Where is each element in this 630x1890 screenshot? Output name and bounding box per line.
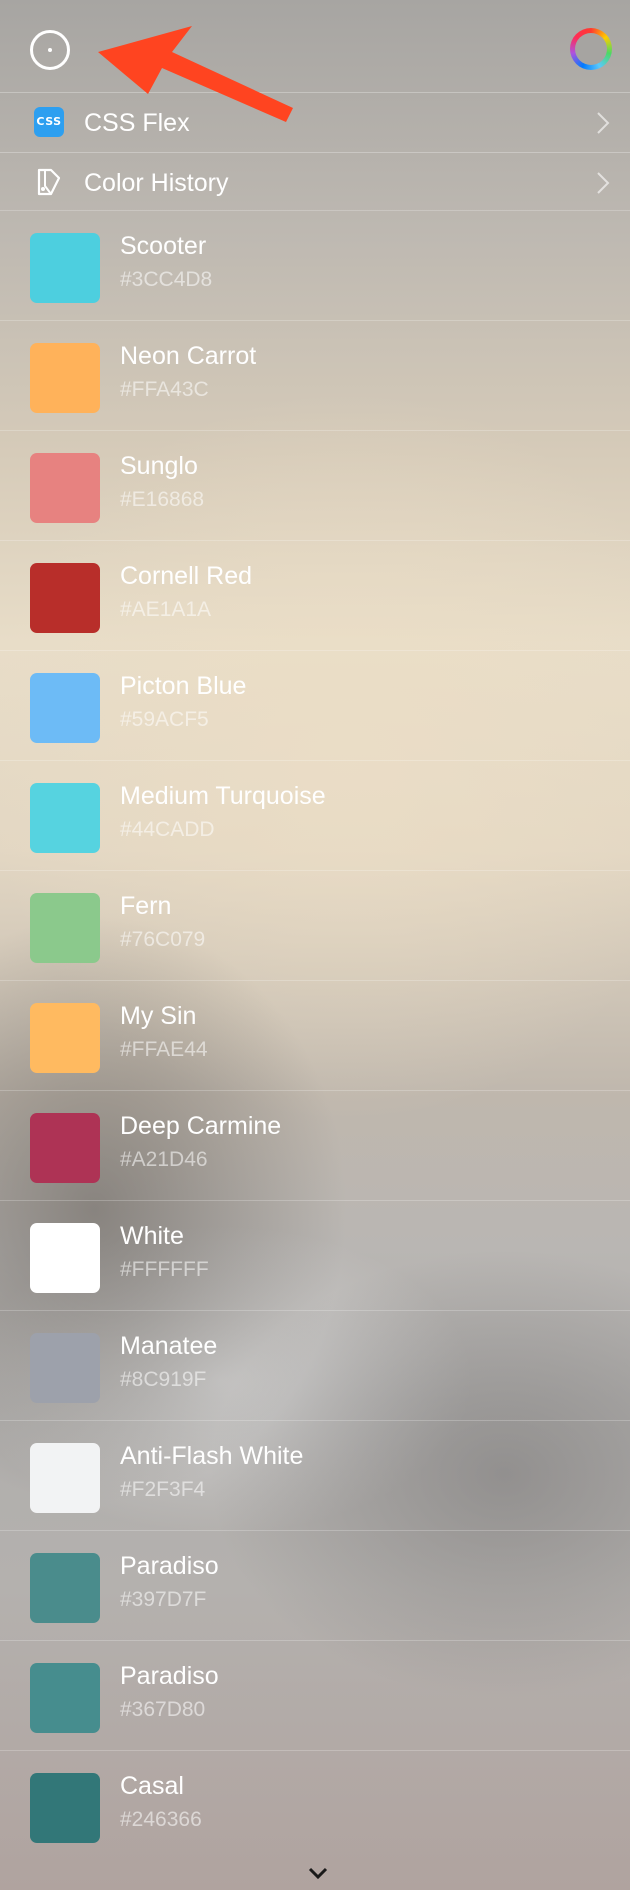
color-swatch <box>30 1663 100 1733</box>
color-name: Anti-Flash White <box>120 1442 304 1470</box>
color-hex: #FFA43C <box>120 378 209 401</box>
color-swatch <box>30 563 100 633</box>
color-hex: #E16868 <box>120 488 205 511</box>
color-swatch <box>30 1113 100 1183</box>
color-name: Scooter <box>120 232 207 260</box>
color-hex: #3CC4D8 <box>120 268 213 291</box>
color-list-item[interactable]: Paradiso #367D80 <box>0 1640 630 1750</box>
color-list-item[interactable]: Sunglo #E16868 <box>0 430 630 540</box>
color-swatch <box>30 453 100 523</box>
color-hex: #246366 <box>120 1808 202 1831</box>
color-swatch <box>30 1003 100 1073</box>
color-list-item[interactable]: Fern #76C079 <box>0 870 630 980</box>
color-hex: #76C079 <box>120 928 206 951</box>
color-name: White <box>120 1222 184 1250</box>
color-name: Manatee <box>120 1332 218 1360</box>
color-swatch <box>30 783 100 853</box>
color-hex: #8C919F <box>120 1368 207 1391</box>
color-swatch <box>30 1333 100 1403</box>
chevron-right-icon <box>597 172 610 194</box>
color-hex: #44CADD <box>120 818 215 841</box>
color-hex: #FFAE44 <box>120 1038 208 1061</box>
color-hex: #59ACF5 <box>120 708 209 731</box>
color-hex: #F2F3F4 <box>120 1478 206 1501</box>
color-list-item[interactable]: White #FFFFFF <box>0 1200 630 1310</box>
color-name: Paradiso <box>120 1552 219 1580</box>
nav-item-css-flex[interactable]: CSS CSS Flex <box>0 92 630 153</box>
color-name: My Sin <box>120 1002 197 1030</box>
tag-icon <box>37 168 61 196</box>
color-swatch <box>30 1773 100 1843</box>
color-list-item[interactable]: Paradiso #397D7F <box>0 1530 630 1640</box>
color-swatch <box>30 1443 100 1513</box>
color-swatch <box>30 893 100 963</box>
color-swatch <box>30 1553 100 1623</box>
chevron-down-icon[interactable] <box>307 1866 329 1880</box>
color-swatch <box>30 673 100 743</box>
circle-dot-icon[interactable] <box>30 30 70 70</box>
color-list-item[interactable]: Picton Blue #59ACF5 <box>0 650 630 760</box>
color-list-item[interactable]: Scooter #3CC4D8 <box>0 210 630 320</box>
nav-item-label: Color History <box>84 169 229 197</box>
color-hex: #397D7F <box>120 1588 207 1611</box>
color-swatch <box>30 1223 100 1293</box>
color-hex: #AE1A1A <box>120 598 212 621</box>
css-icon: CSS <box>34 107 64 137</box>
color-name: Paradiso <box>120 1662 219 1690</box>
color-name: Deep Carmine <box>120 1112 282 1140</box>
color-picker-panel: CSS CSS Flex Color History Scooter #3CC4… <box>0 0 630 1890</box>
color-name: Fern <box>120 892 172 920</box>
center-dot <box>48 48 52 52</box>
color-name: Picton Blue <box>120 672 247 700</box>
color-name: Medium Turquoise <box>120 782 326 810</box>
color-list-item[interactable]: Manatee #8C919F <box>0 1310 630 1420</box>
nav-item-color-history[interactable]: Color History <box>0 152 630 213</box>
color-swatch <box>30 233 100 303</box>
color-list-item[interactable]: Casal #246366 <box>0 1750 630 1860</box>
color-hex: #A21D46 <box>120 1148 208 1171</box>
color-name: Sunglo <box>120 452 198 480</box>
color-list-item[interactable]: Medium Turquoise #44CADD <box>0 760 630 870</box>
color-name: Casal <box>120 1772 184 1800</box>
chevron-right-icon <box>597 112 610 134</box>
color-list-item[interactable]: Neon Carrot #FFA43C <box>0 320 630 430</box>
color-hex: #367D80 <box>120 1698 206 1721</box>
color-wheel-icon[interactable] <box>570 28 612 70</box>
color-list-item[interactable]: Anti-Flash White #F2F3F4 <box>0 1420 630 1530</box>
color-name: Neon Carrot <box>120 342 257 370</box>
nav-item-label: CSS Flex <box>84 109 190 137</box>
header-bar <box>0 0 630 92</box>
color-hex: #FFFFFF <box>120 1258 209 1281</box>
color-name: Cornell Red <box>120 562 253 590</box>
color-list-item[interactable]: Deep Carmine #A21D46 <box>0 1090 630 1200</box>
color-list-item[interactable]: My Sin #FFAE44 <box>0 980 630 1090</box>
color-list: Scooter #3CC4D8 Neon Carrot #FFA43C Sung… <box>0 210 630 1860</box>
color-swatch <box>30 343 100 413</box>
color-list-item[interactable]: Cornell Red #AE1A1A <box>0 540 630 650</box>
